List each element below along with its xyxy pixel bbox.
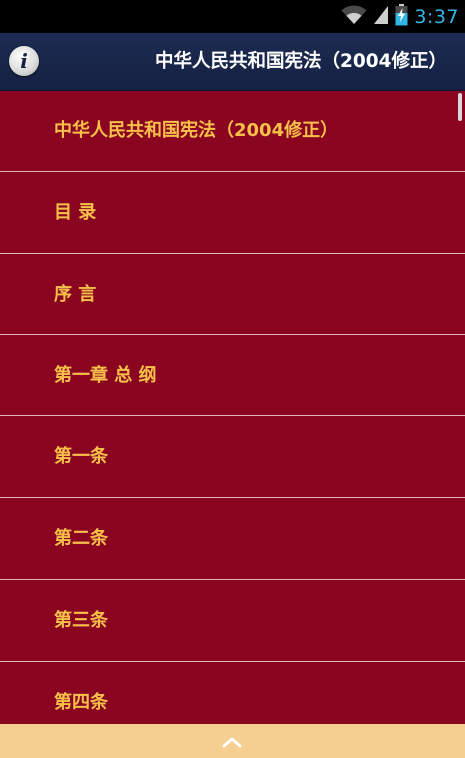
status-icons: 3:37	[341, 4, 459, 30]
list-item-article-4[interactable]: 第四条	[0, 662, 465, 724]
list-item-preamble[interactable]: 序 言	[0, 254, 465, 335]
list-item-label: 第一章 总 纲	[54, 365, 157, 386]
list-item-label: 第四条	[54, 692, 108, 713]
status-time: 3:37	[414, 6, 459, 28]
signal-icon	[373, 5, 389, 29]
action-bar: i 中华人民共和国宪法（2004修正）	[0, 33, 465, 91]
list-item-chapter-1[interactable]: 第一章 总 纲	[0, 335, 465, 416]
list-item-contents[interactable]: 目 录	[0, 172, 465, 253]
list-item-article-3[interactable]: 第三条	[0, 580, 465, 661]
list-item-article-2[interactable]: 第二条	[0, 498, 465, 579]
battery-charging-icon	[395, 4, 408, 30]
list-item-label: 第二条	[54, 528, 108, 549]
scrollbar-thumb[interactable]	[458, 93, 462, 121]
bottom-handle-bar[interactable]	[0, 724, 465, 758]
info-button[interactable]: i	[9, 46, 39, 76]
chapter-list[interactable]: 中华人民共和国宪法（2004修正） 目 录 序 言 第一章 总 纲 第一条 第二…	[0, 90, 465, 724]
list-item-label: 第三条	[54, 610, 108, 631]
list-item-label: 序 言	[54, 284, 97, 305]
status-bar: 3:37	[0, 0, 465, 33]
page-title: 中华人民共和国宪法（2004修正）	[155, 51, 447, 72]
list-item-label: 第一条	[54, 446, 108, 467]
list-item-article-1[interactable]: 第一条	[0, 416, 465, 497]
list-item-title[interactable]: 中华人民共和国宪法（2004修正）	[0, 90, 465, 171]
wifi-icon	[341, 5, 367, 29]
list-item-label: 目 录	[54, 202, 97, 223]
chevron-up-icon[interactable]	[222, 733, 242, 752]
info-icon: i	[20, 49, 28, 73]
list-item-label: 中华人民共和国宪法（2004修正）	[54, 120, 339, 141]
